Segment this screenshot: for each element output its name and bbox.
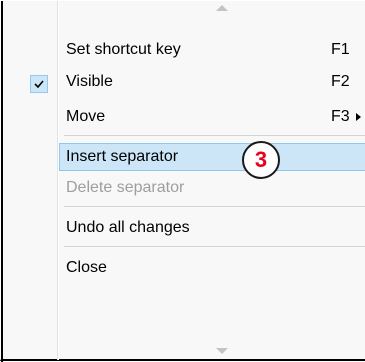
context-menu: Set shortcut key F1 Visible F2 Move F3 I…	[0, 0, 365, 362]
menu-item-label: Close	[66, 259, 107, 276]
menu-item-delete-separator: Delete separator	[59, 174, 365, 202]
menu-separator	[64, 206, 365, 207]
scroll-down-arrow-icon[interactable]	[216, 348, 228, 354]
menu-item-shortcut: F3	[331, 108, 350, 125]
menu-item-move[interactable]: Move F3	[59, 103, 365, 131]
menu-item-label: Undo all changes	[66, 219, 190, 236]
menu-item-undo-all-changes[interactable]: Undo all changes	[59, 214, 365, 242]
menu-item-shortcut: F2	[331, 73, 350, 90]
menu-item-label: Delete separator	[66, 179, 185, 196]
menu-item-label: Insert separator	[66, 148, 179, 165]
menu-item-label: Set shortcut key	[66, 41, 181, 58]
checkmark-glyph	[34, 80, 44, 88]
menu-separator	[64, 246, 365, 247]
window-edge	[1, 1, 3, 362]
menu-item-label: Move	[66, 108, 106, 125]
menu-separator	[64, 135, 365, 136]
menu-item-set-shortcut-key[interactable]: Set shortcut key F1	[59, 36, 365, 64]
step-number-badge: 3	[242, 141, 280, 179]
menu-item-close[interactable]: Close	[59, 254, 365, 282]
checkmark-icon	[30, 75, 48, 93]
menu-item-visible[interactable]: Visible F2	[59, 68, 365, 96]
submenu-arrow-icon	[356, 113, 361, 121]
scroll-up-arrow-icon[interactable]	[216, 5, 228, 11]
menu-item-insert-separator[interactable]: Insert separator	[59, 143, 365, 171]
menu-item-label: Visible	[66, 73, 113, 90]
menu-item-shortcut: F1	[331, 41, 350, 58]
